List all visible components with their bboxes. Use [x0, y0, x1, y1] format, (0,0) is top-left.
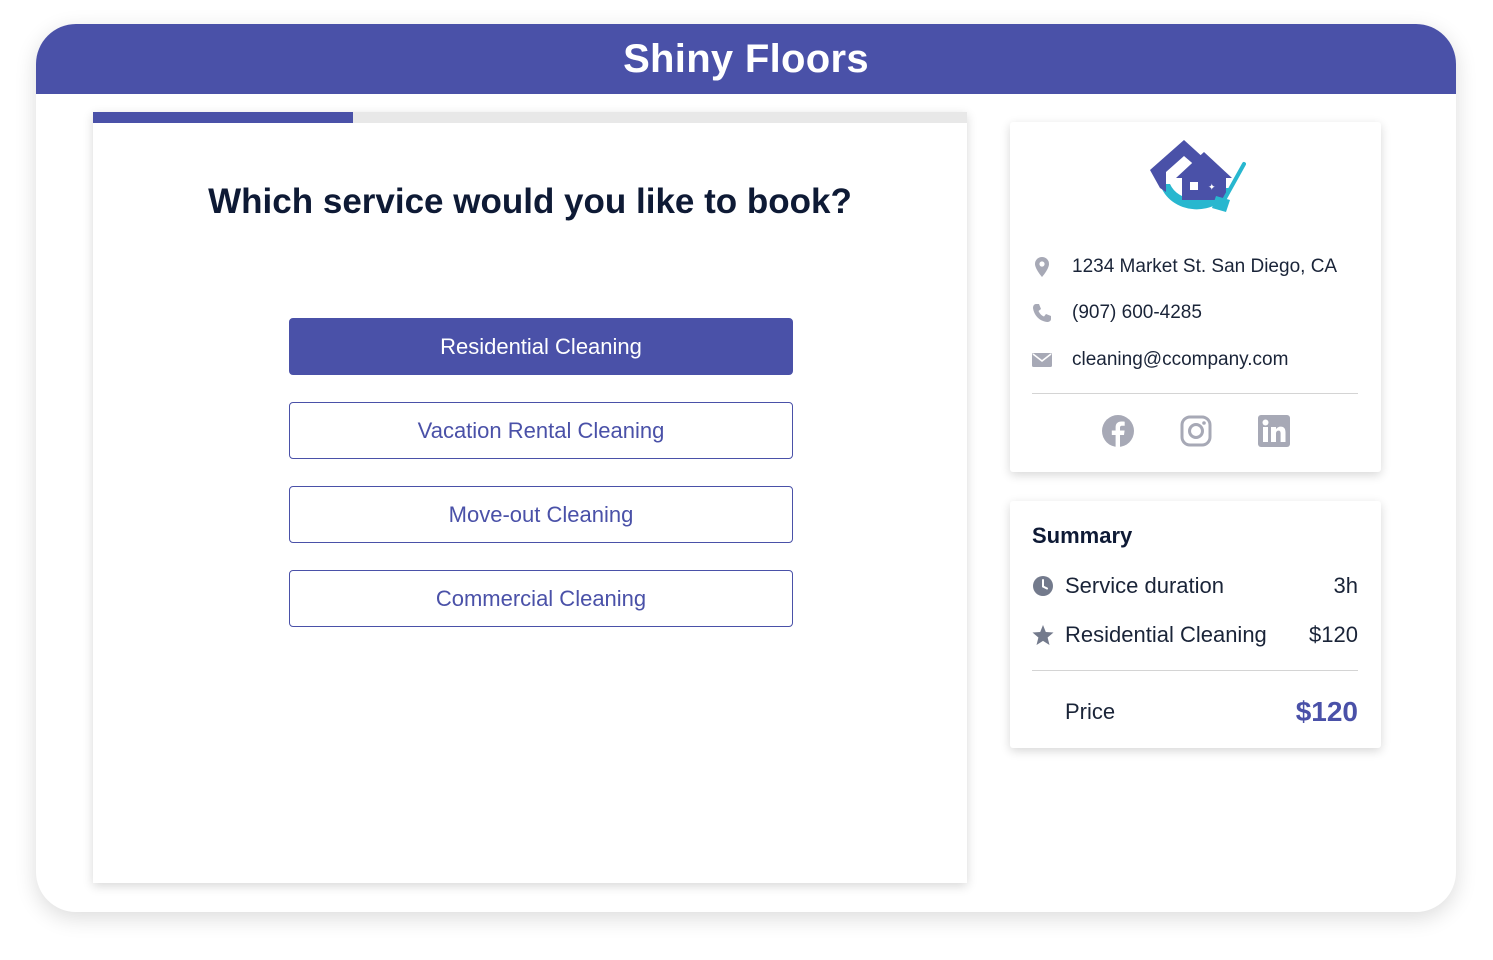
contact-divider	[1032, 393, 1358, 394]
facebook-icon[interactable]	[1101, 414, 1135, 448]
summary-row-duration: Service duration 3h	[1032, 571, 1358, 601]
clock-icon	[1032, 575, 1054, 597]
option-residential-cleaning[interactable]: Residential Cleaning	[289, 318, 793, 375]
summary-divider	[1032, 670, 1358, 671]
question-heading: Which service would you like to book?	[208, 182, 852, 221]
address-text: 1234 Market St. San Diego, CA	[1072, 256, 1338, 277]
map-pin-icon	[1032, 257, 1052, 277]
summary-card: Summary Service duration 3h Residential …	[1010, 501, 1381, 748]
price-label: Price	[1065, 699, 1116, 724]
business-info-card: ✦ 1234 Market St. San Diego, CA (907) 60…	[1010, 122, 1381, 472]
email-row: cleaning@ccompany.com	[1032, 346, 1288, 374]
option-vacation-rental-cleaning[interactable]: Vacation Rental Cleaning	[289, 402, 793, 459]
phone-text[interactable]: (907) 600-4285	[1072, 302, 1202, 324]
service-label: Residential Cleaning	[1065, 622, 1267, 647]
summary-row-service: Residential Cleaning $120	[1032, 620, 1358, 650]
progress-fill	[93, 112, 354, 123]
star-icon	[1032, 624, 1054, 646]
envelope-icon	[1032, 350, 1052, 370]
company-logo: ✦	[1150, 140, 1246, 212]
email-text[interactable]: cleaning@ccompany.com	[1072, 349, 1288, 371]
phone-row: (907) 600-4285	[1032, 299, 1202, 327]
service-selection-card: Which service would you like to book? Re…	[93, 112, 967, 883]
linkedin-icon[interactable]	[1257, 414, 1291, 448]
progress-bar	[93, 112, 967, 123]
option-move-out-cleaning[interactable]: Move-out Cleaning	[289, 486, 793, 543]
duration-value: 3h	[1333, 573, 1358, 598]
duration-label: Service duration	[1065, 573, 1224, 598]
app-frame: Shiny Floors Which service would you lik…	[36, 24, 1456, 912]
address-row: 1234 Market St. San Diego, CA	[1032, 253, 1337, 281]
instagram-icon[interactable]	[1179, 414, 1213, 448]
service-value: $120	[1309, 622, 1358, 647]
summary-title: Summary	[1032, 523, 1133, 548]
option-commercial-cleaning[interactable]: Commercial Cleaning	[289, 570, 793, 627]
app-header: Shiny Floors	[36, 24, 1456, 94]
social-links	[1010, 414, 1381, 448]
price-value: $120	[1295, 696, 1358, 727]
price-row: Price $120	[1065, 694, 1358, 730]
svg-text:✦: ✦	[1208, 183, 1216, 193]
app-title: Shiny Floors	[623, 36, 869, 81]
phone-icon	[1032, 303, 1052, 323]
